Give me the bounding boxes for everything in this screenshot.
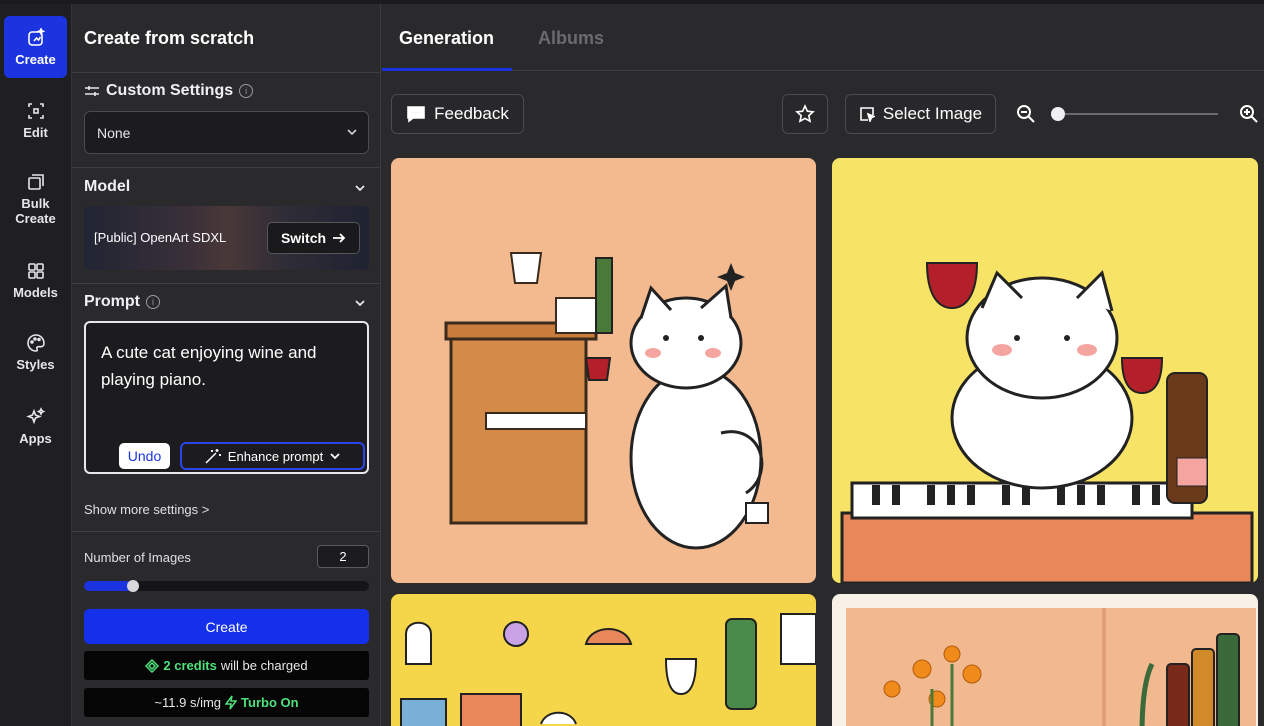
create-button[interactable]: Create [84, 609, 369, 644]
model-header[interactable]: Model [84, 178, 130, 196]
model-title: Model [84, 178, 131, 195]
cat-flowers-bottles-image [832, 594, 1258, 726]
cat-yellow-room-image [391, 594, 816, 726]
select-cursor-icon [860, 107, 875, 122]
slider-fill [84, 581, 133, 591]
divider [72, 72, 381, 73]
star-icon [795, 104, 815, 123]
custom-settings-header: Custom Settings i [84, 82, 254, 100]
gallery-image-1[interactable] [391, 158, 816, 583]
prompt-textarea[interactable]: A cute cat enjoying wine and playing pia… [84, 321, 369, 474]
chevron-down-icon[interactable] [354, 297, 366, 309]
feedback-label: Feedback [434, 104, 509, 123]
rail-item-label: Styles [16, 356, 55, 372]
apps-sparkle-icon [25, 406, 45, 424]
chevron-down-icon [330, 453, 340, 460]
favorite-button[interactable] [782, 94, 828, 134]
prompt-title: Prompt [84, 293, 140, 310]
prompt-text: A cute cat enjoying wine and playing pia… [101, 343, 317, 389]
magic-wand-icon [205, 449, 221, 464]
credits-suffix: will be charged [220, 658, 308, 673]
select-image-button[interactable]: Select Image [845, 94, 996, 134]
tab-albums[interactable]: Albums [538, 28, 604, 49]
gallery-image-4[interactable] [832, 594, 1258, 726]
credits-gem-icon [145, 658, 160, 673]
gallery-image-3[interactable] [391, 594, 816, 726]
rail-item-edit[interactable]: Edit [4, 94, 67, 146]
app-root: { "rail": { "items": [ {"label": "Create… [0, 0, 1264, 726]
model-card[interactable]: [Public] OpenArt SDXL Switch [84, 206, 369, 270]
sidebar-rail: Create Edit Bulk Create Models Styles Ap… [0, 4, 72, 726]
main-area: Generation Albums Feedback Select Image [382, 4, 1264, 726]
number-of-images-slider[interactable] [84, 580, 369, 592]
zoom-in-icon[interactable] [1239, 104, 1259, 124]
chevron-down-icon[interactable] [354, 182, 366, 194]
rail-item-create[interactable]: Create [4, 16, 67, 78]
rail-item-label: Edit [23, 124, 48, 140]
custom-settings-select[interactable]: None [84, 111, 369, 154]
models-grid-icon [27, 262, 44, 279]
active-tab-indicator [382, 68, 512, 71]
enhance-prompt-button[interactable]: Enhance prompt [180, 442, 365, 470]
speed-notice: ~11.9 s/img Turbo On [84, 688, 369, 717]
rail-item-label: Bulk Create [15, 196, 56, 226]
turbo-status[interactable]: Turbo On [241, 695, 299, 710]
undo-button[interactable]: Undo [119, 443, 170, 469]
feedback-button[interactable]: Feedback [391, 94, 524, 134]
sliders-icon [85, 86, 99, 96]
rail-item-bulk-create[interactable]: Bulk Create [4, 166, 67, 232]
credits-amount: 2 credits [163, 658, 217, 673]
palette-icon [26, 333, 45, 352]
number-of-images-input[interactable]: 2 [317, 545, 369, 568]
zoom-out-icon[interactable] [1016, 104, 1036, 124]
switch-label: Switch [280, 230, 327, 246]
custom-settings-title: Custom Settings [106, 82, 234, 99]
rail-item-label: Apps [19, 430, 52, 446]
prompt-header: Prompt i [84, 293, 160, 311]
show-more-settings-link[interactable]: Show more settings > [84, 502, 209, 517]
arrow-right-icon [333, 233, 346, 243]
chevron-down-icon [347, 129, 357, 136]
speed-value: ~11.9 s/img [154, 695, 222, 710]
divider [72, 167, 381, 168]
edit-icon [27, 102, 44, 119]
gallery-image-2[interactable] [832, 158, 1258, 583]
tab-generation[interactable]: Generation [399, 28, 494, 49]
info-icon[interactable]: i [146, 295, 160, 309]
switch-model-button[interactable]: Switch [267, 222, 360, 254]
model-name: [Public] OpenArt SDXL [94, 230, 227, 245]
zoom-slider[interactable] [1058, 113, 1218, 115]
credits-notice: 2 credits will be charged [84, 651, 369, 680]
enhance-prompt-label: Enhance prompt [227, 448, 324, 464]
zoom-slider-thumb[interactable] [1051, 107, 1065, 121]
rail-item-styles[interactable]: Styles [4, 326, 67, 378]
cat-piano-image [391, 158, 816, 583]
tab-bar: Generation Albums [382, 4, 1264, 71]
info-icon[interactable]: i [239, 84, 254, 98]
divider [72, 283, 381, 284]
number-of-images-label: Number of Images [84, 550, 191, 565]
panel-title: Create from scratch [84, 28, 255, 48]
chat-bubble-icon [407, 106, 425, 123]
cat-wine-keyboard-image [832, 158, 1258, 583]
settings-panel: Create from scratch Custom Settings i No… [72, 4, 381, 726]
select-image-label: Select Image [882, 104, 983, 123]
divider [72, 531, 381, 532]
bulk-create-icon [27, 174, 44, 190]
rail-item-apps[interactable]: Apps [4, 400, 67, 452]
create-sparkle-icon [27, 27, 45, 46]
custom-settings-value: None [97, 125, 131, 141]
rail-item-label: Create [15, 51, 56, 67]
lightning-icon [225, 695, 238, 710]
rail-item-models[interactable]: Models [4, 254, 67, 306]
slider-thumb[interactable] [127, 580, 139, 592]
rail-item-label: Models [13, 284, 58, 300]
